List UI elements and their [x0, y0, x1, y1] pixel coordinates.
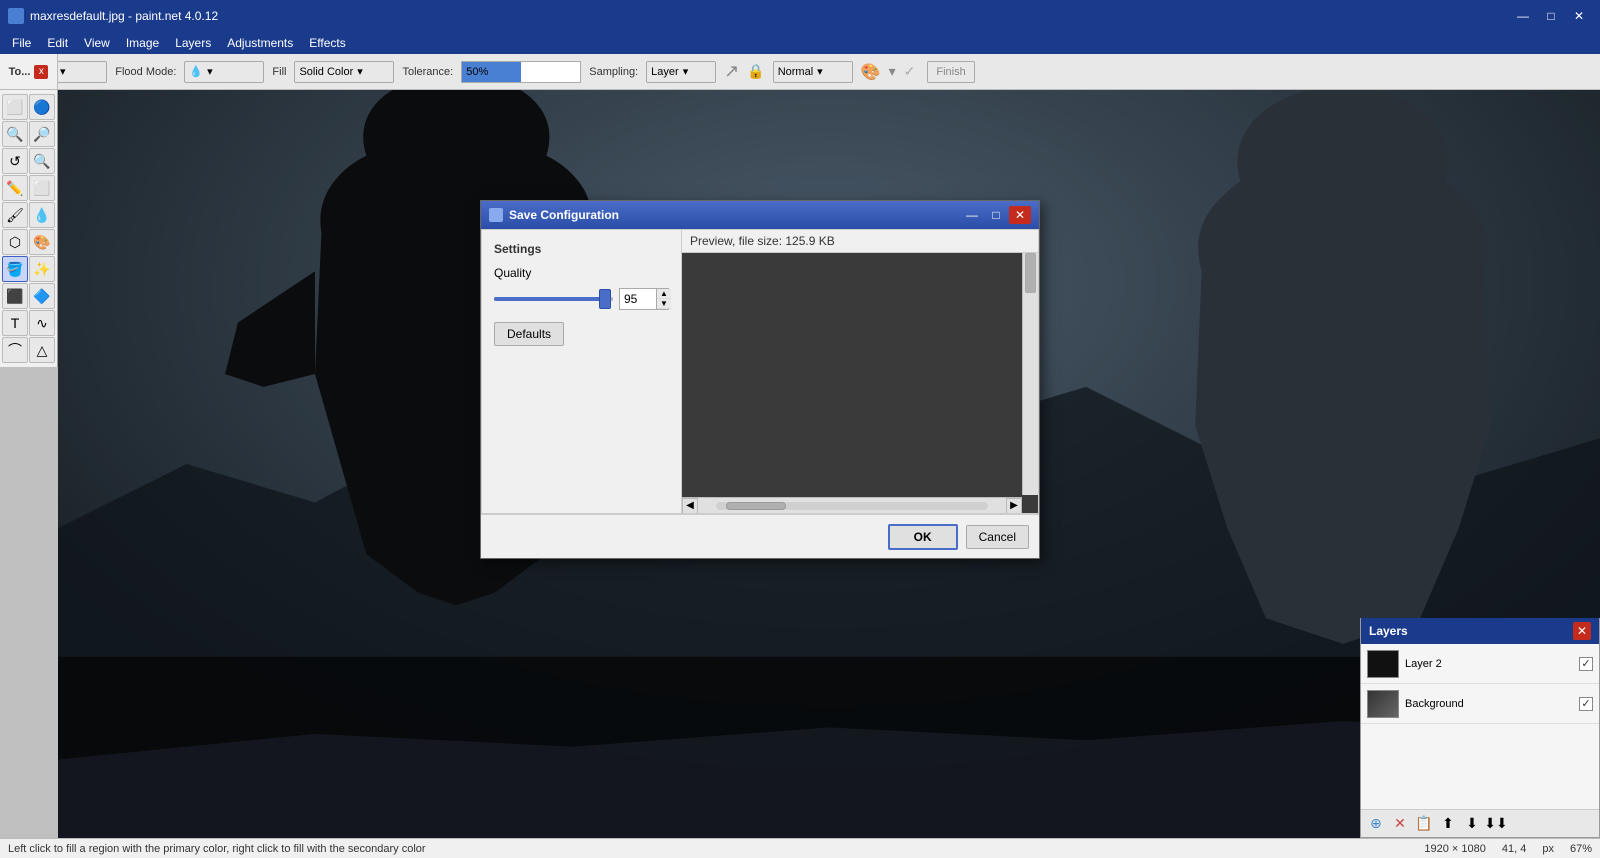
ok-button[interactable]: OK — [888, 524, 958, 550]
scroll-right-arrow[interactable]: ▶ — [1006, 498, 1022, 514]
quality-slider-container[interactable] — [494, 289, 613, 309]
spin-up-button[interactable]: ▲ — [657, 289, 671, 299]
spinbox-arrows: ▲ ▼ — [656, 289, 671, 309]
preview-svg — [682, 253, 1038, 513]
preview-hscroll-track[interactable] — [716, 502, 988, 510]
dialog-close-button[interactable]: ✕ — [1009, 206, 1031, 224]
settings-label: Settings — [494, 242, 669, 256]
defaults-button[interactable]: Defaults — [494, 322, 564, 346]
preview-vscrollbar-thumb[interactable] — [1025, 253, 1036, 293]
quality-spinbox[interactable]: 95 ▲ ▼ — [619, 288, 669, 310]
dialog-maximize-button[interactable]: □ — [985, 206, 1007, 224]
dialog-footer: OK Cancel — [481, 514, 1039, 558]
preview-hscroll-thumb[interactable] — [726, 502, 786, 510]
save-configuration-dialog: Save Configuration — □ ✕ Settings Qualit… — [480, 200, 1040, 559]
dialog-title: Save Configuration — [509, 208, 619, 222]
preview-hscrollbar[interactable]: ◀ ▶ — [682, 497, 1022, 513]
dialog-title-left: Save Configuration — [489, 208, 619, 222]
dialog-minimize-button[interactable]: — — [961, 206, 983, 224]
quality-row: 95 ▲ ▼ — [494, 288, 669, 310]
dialog-preview-panel: Preview, file size: 125.9 KB ◀ — [682, 230, 1038, 513]
preview-area: ◀ ▶ — [682, 253, 1038, 513]
quality-input[interactable]: 95 — [622, 292, 656, 306]
dialog-overlay: Save Configuration — □ ✕ Settings Qualit… — [0, 0, 1600, 858]
dialog-content: Settings Quality 95 ▲ ▼ — [481, 229, 1039, 514]
quality-slider-thumb[interactable] — [599, 289, 611, 309]
quality-slider-fill — [494, 297, 605, 301]
dialog-title-bar: Save Configuration — □ ✕ — [481, 201, 1039, 229]
dialog-settings-panel: Settings Quality 95 ▲ ▼ — [482, 230, 682, 513]
dialog-icon — [489, 208, 503, 222]
quality-label: Quality — [494, 266, 669, 280]
preview-vscrollbar[interactable] — [1022, 253, 1038, 495]
cancel-button[interactable]: Cancel — [966, 525, 1029, 549]
spin-down-button[interactable]: ▼ — [657, 299, 671, 309]
preview-label: Preview, file size: 125.9 KB — [682, 230, 1038, 253]
dialog-title-buttons: — □ ✕ — [961, 206, 1031, 224]
scroll-left-arrow[interactable]: ◀ — [682, 498, 698, 514]
